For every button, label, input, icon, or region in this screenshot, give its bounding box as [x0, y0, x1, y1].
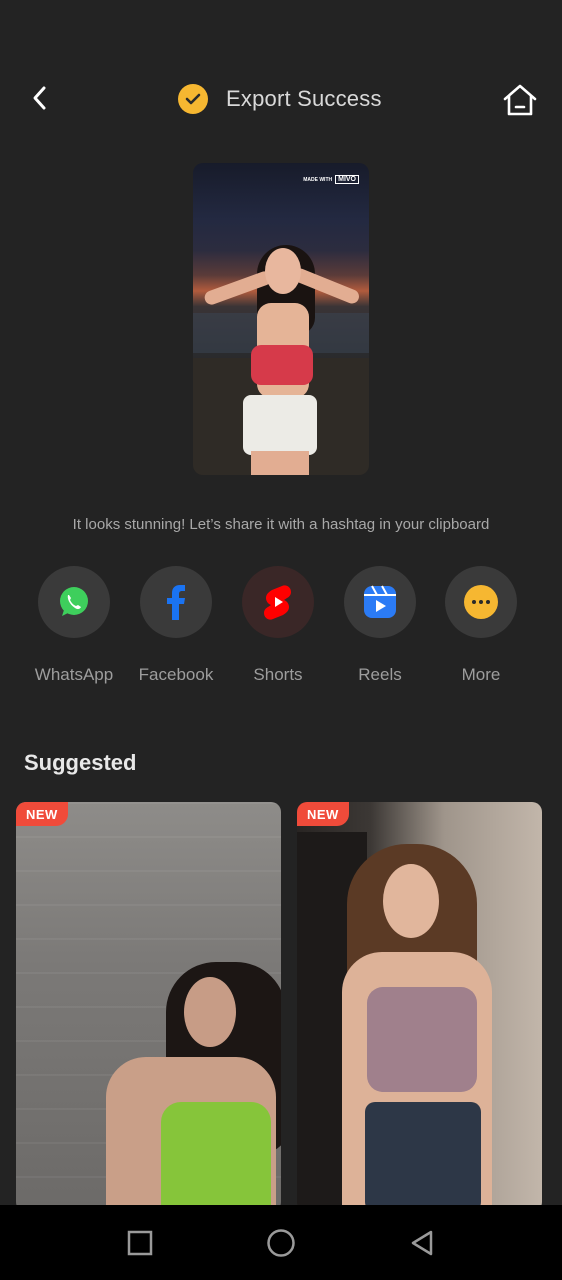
- share-facebook[interactable]: Facebook: [131, 566, 221, 685]
- watermark-small: MADE WITH: [303, 176, 333, 183]
- square-icon: [127, 1230, 153, 1256]
- whatsapp-icon: [60, 587, 88, 616]
- share-whatsapp[interactable]: WhatsApp: [29, 566, 119, 685]
- system-nav-bar: [0, 1205, 562, 1280]
- title-group: Export Success: [178, 82, 382, 116]
- triangle-back-icon: [411, 1230, 433, 1256]
- suggested-card[interactable]: NEW: [297, 802, 542, 1212]
- chevron-left-icon: [33, 86, 46, 110]
- share-label: More: [461, 665, 501, 684]
- youtube-shorts-icon: [264, 585, 291, 620]
- facebook-icon: [167, 585, 185, 620]
- preview-person: [265, 248, 301, 294]
- share-more[interactable]: More: [436, 566, 526, 685]
- watermark: MADE WITH MIVO: [303, 175, 359, 184]
- share-label: WhatsApp: [34, 665, 114, 684]
- recents-button[interactable]: [120, 1223, 160, 1263]
- share-label: Shorts: [253, 665, 303, 684]
- suggested-card[interactable]: NEW: [16, 802, 281, 1212]
- share-shorts[interactable]: Shorts: [233, 566, 323, 685]
- home-button[interactable]: [500, 80, 540, 120]
- back-button[interactable]: [22, 80, 58, 116]
- share-label: Reels: [358, 665, 402, 684]
- circle-icon: [267, 1229, 295, 1257]
- nav-home-button[interactable]: [261, 1223, 301, 1263]
- home-icon: [503, 84, 537, 116]
- watermark-logo: MIVO: [335, 175, 359, 184]
- nav-back-button[interactable]: [402, 1223, 442, 1263]
- new-badge: NEW: [16, 802, 68, 826]
- share-reels[interactable]: Reels: [335, 566, 425, 685]
- suggested-title: Suggested: [24, 750, 137, 775]
- page-title: Export Success: [226, 86, 382, 111]
- share-caption: It looks stunning! Let’s share it with a…: [72, 516, 490, 533]
- check-circle-icon: [178, 84, 208, 114]
- top-bar: Export Success: [0, 60, 562, 140]
- card-thumbnail: [184, 977, 236, 1047]
- new-badge: NEW: [297, 802, 349, 826]
- video-preview[interactable]: MADE WITH MIVO: [193, 163, 369, 475]
- more-dots-icon: [464, 585, 498, 619]
- share-label: Facebook: [138, 665, 214, 684]
- card-thumbnail: [383, 864, 439, 938]
- instagram-reels-icon: [364, 585, 396, 618]
